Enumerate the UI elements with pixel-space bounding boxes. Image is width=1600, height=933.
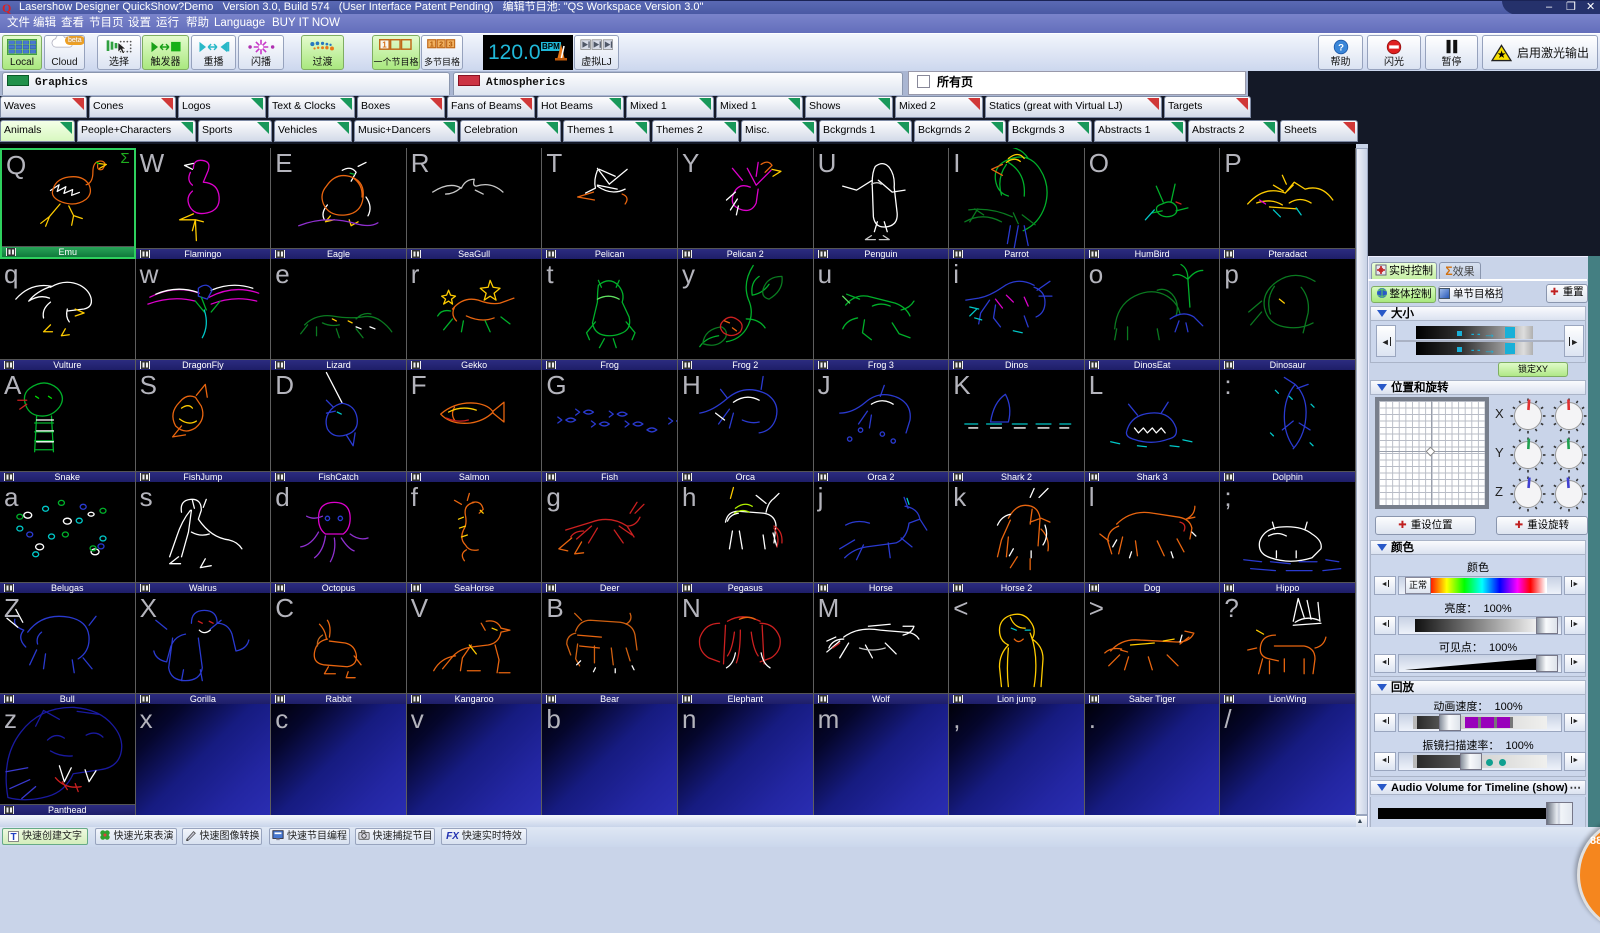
svg-text:1: 1: [430, 39, 434, 48]
svg-text:★: ★: [1497, 50, 1506, 61]
svg-text:?: ?: [1338, 43, 1344, 54]
svg-text:1: 1: [382, 41, 387, 50]
svg-text:2: 2: [440, 39, 444, 48]
svg-text:3: 3: [449, 39, 453, 48]
